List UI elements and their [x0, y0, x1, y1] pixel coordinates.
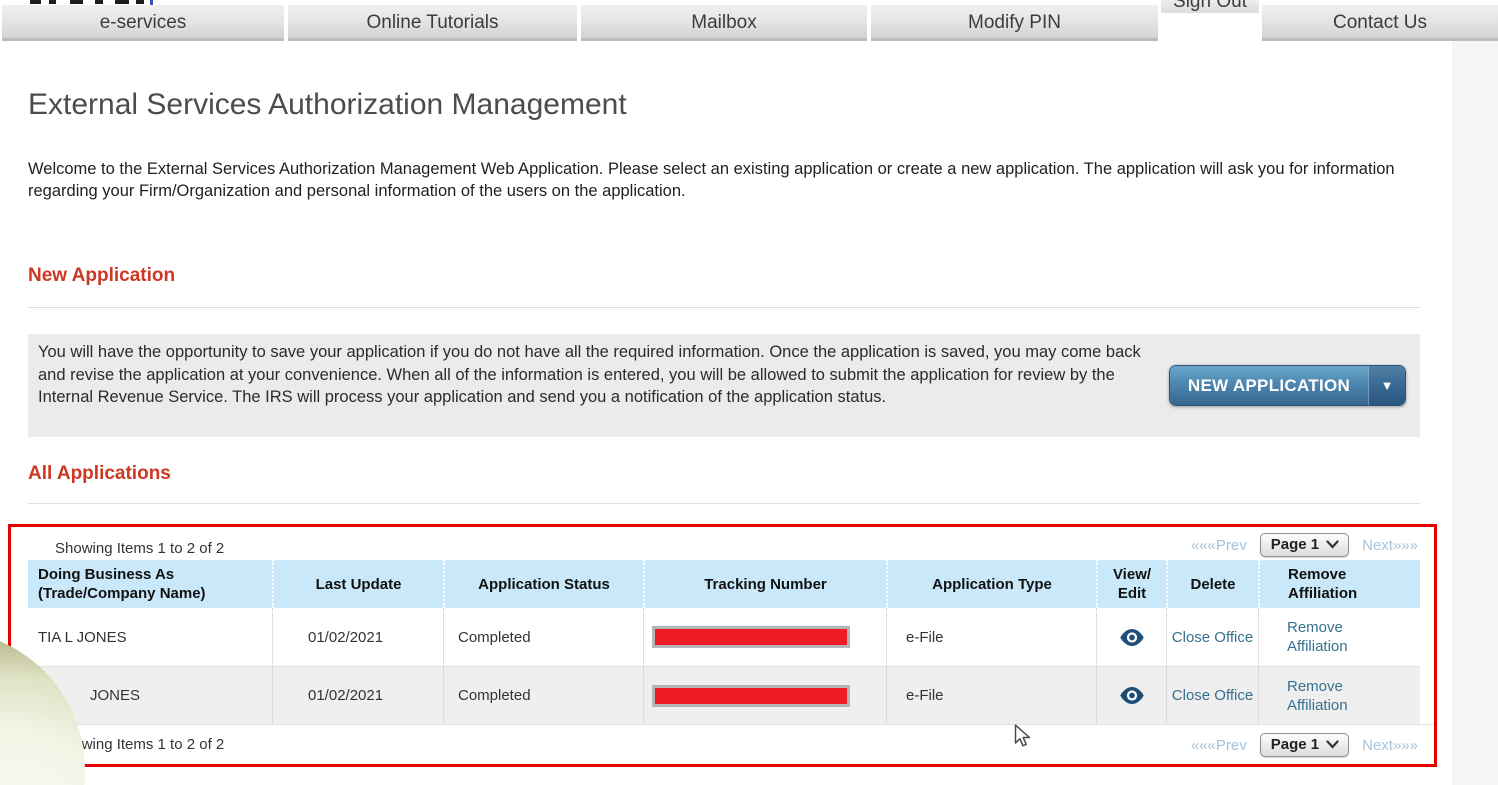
section-divider [28, 503, 1420, 504]
intro-paragraph: Welcome to the External Services Authori… [28, 160, 1395, 200]
col-header-tracking-number: Tracking Number [643, 560, 886, 608]
showing-items-text: Showing Items 1 to 2 of 2 [55, 540, 225, 557]
page-select[interactable]: Page 1 [1259, 533, 1350, 557]
new-application-info-box: You will have the opportunity to save yo… [28, 334, 1420, 437]
cell-last-update: 01/02/2021 [272, 666, 443, 724]
all-applications-table: Showing Items 1 to 2 of 2 «««Prev Page 1… [8, 524, 1437, 767]
clipped-text-artifact [70, 0, 83, 4]
tab-e-services[interactable]: e-services [2, 5, 284, 41]
close-office-link[interactable]: Close Office [1172, 628, 1253, 647]
col-header-doing-business-as: Doing Business As (Trade/Company Name) [28, 560, 272, 608]
tab-contact-us[interactable]: Contact Us [1262, 5, 1498, 41]
tab-modify-pin[interactable]: Modify PIN [871, 5, 1158, 41]
redaction-box [652, 684, 850, 707]
cell-application-type: e-File [886, 666, 1096, 724]
pagination-bottom: «««Prev Page 1 Next»»» [1191, 733, 1418, 757]
next-page-link[interactable]: Next»»» [1362, 537, 1418, 554]
cell-dba: TIA L JONES [38, 628, 127, 646]
page-select[interactable]: Page 1 [1259, 733, 1350, 757]
cell-application-status: Completed [443, 608, 643, 666]
cell-delete: Close Office [1166, 608, 1258, 666]
all-applications-heading: All Applications [28, 463, 171, 484]
next-page-link[interactable]: Next»»» [1362, 737, 1418, 754]
tab-mailbox[interactable]: Mailbox [581, 5, 867, 41]
prev-page-link[interactable]: «««Prev [1191, 537, 1247, 554]
table-row: TIA L JONES 01/02/2021 Completed e-File … [28, 608, 1420, 666]
table-row: JONES 01/02/2021 Completed e-File Close … [28, 666, 1420, 724]
new-application-button[interactable]: NEW APPLICATION ▼ [1169, 365, 1406, 406]
clipped-text-artifact [136, 0, 144, 4]
cell-application-status: Completed [443, 666, 643, 724]
page-select-value: Page 1 [1270, 536, 1320, 553]
caret-down-icon[interactable]: ▼ [1368, 366, 1405, 405]
col-header-application-status: Application Status [443, 560, 643, 608]
cell-remove-affiliation: Remove Affiliation [1258, 608, 1420, 666]
col-header-application-type: Application Type [886, 560, 1096, 608]
cell-tracking-number [643, 608, 886, 666]
table-header-row: Doing Business As (Trade/Company Name) L… [28, 560, 1420, 608]
cell-application-type: e-File [886, 608, 1096, 666]
eye-icon [1119, 628, 1144, 646]
tab-online-tutorials[interactable]: Online Tutorials [288, 5, 577, 41]
clipped-text-artifact [49, 0, 56, 4]
cell-view-edit [1096, 666, 1166, 724]
prev-page-link[interactable]: «««Prev [1191, 737, 1247, 754]
clipped-text-artifact [115, 0, 129, 4]
cell-view-edit [1096, 608, 1166, 666]
col-header-last-update: Last Update [272, 560, 443, 608]
chevron-down-icon [1326, 740, 1339, 749]
clipped-text-artifact [30, 0, 41, 4]
tab-sign-out[interactable]: Sign Out [1161, 0, 1259, 13]
page-right-margin [1452, 41, 1498, 785]
clipped-text-artifact [95, 0, 103, 4]
view-edit-button[interactable] [1119, 687, 1145, 704]
page-title: External Services Authorization Manageme… [28, 88, 627, 121]
page: e-services Online Tutorials Mailbox Modi… [0, 0, 1498, 785]
col-header-delete: Delete [1166, 560, 1258, 608]
table-footer: Showing Items 1 to 2 of 2 «««Prev Page 1… [11, 724, 1434, 764]
col-header-remove-affiliation: Remove Affiliation [1258, 560, 1420, 608]
new-application-button-label: NEW APPLICATION [1170, 366, 1368, 405]
cell-remove-affiliation: Remove Affiliation [1258, 666, 1420, 724]
cell-last-update: 01/02/2021 [272, 608, 443, 666]
chevron-down-icon [1326, 540, 1339, 549]
remove-affiliation-link[interactable]: Remove Affiliation [1287, 618, 1373, 656]
remove-affiliation-link[interactable]: Remove Affiliation [1287, 677, 1373, 715]
eye-icon [1119, 687, 1144, 704]
page-select-value: Page 1 [1270, 736, 1320, 753]
redaction-box [652, 626, 850, 648]
pagination-top: «««Prev Page 1 Next»»» [1191, 533, 1418, 557]
cell-tracking-number [643, 666, 886, 724]
tab-sign-out-label: Sign Out [1173, 0, 1247, 12]
cell-delete: Close Office [1166, 666, 1258, 724]
col-header-view-edit: View/ Edit [1096, 560, 1166, 608]
section-divider [28, 307, 1420, 308]
view-edit-button[interactable] [1119, 628, 1145, 646]
new-application-description: You will have the opportunity to save yo… [38, 343, 1141, 407]
cursor-icon [1014, 724, 1031, 747]
close-office-link[interactable]: Close Office [1172, 686, 1253, 705]
new-application-heading: New Application [28, 265, 176, 286]
